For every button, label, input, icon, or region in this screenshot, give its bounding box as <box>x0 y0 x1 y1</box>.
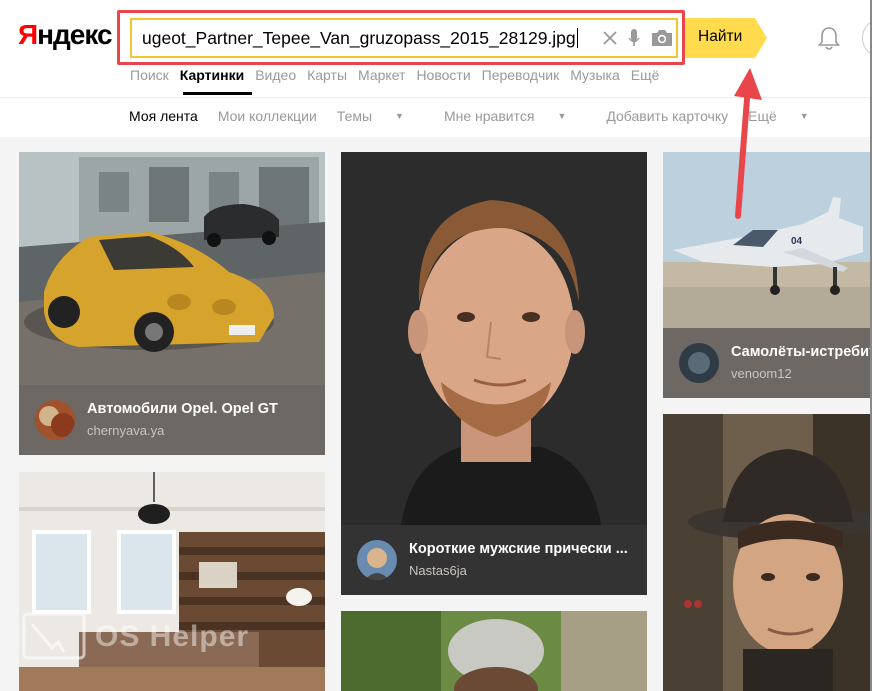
bell-icon[interactable] <box>815 24 843 52</box>
service-news[interactable]: Новости <box>416 67 470 87</box>
card-author-avatar <box>679 343 719 383</box>
card-title: Короткие мужские прически ... <box>409 541 628 557</box>
card-title: Самолёты-истребит <box>731 344 872 360</box>
subnav-topics[interactable]: Темы ▼ <box>337 108 424 124</box>
card-author[interactable]: Nastas6ja <box>409 563 467 578</box>
service-translate[interactable]: Переводчик <box>482 67 560 87</box>
card-title: Автомобили Opel. Opel GT <box>87 401 278 417</box>
subnav-likes[interactable]: Мне нравится ▼ <box>444 108 586 124</box>
chevron-down-icon: ▼ <box>799 111 809 121</box>
service-market[interactable]: Маркет <box>358 67 405 87</box>
services-nav: Поиск Картинки Видео Карты Маркет Новост… <box>130 67 670 87</box>
card-author[interactable]: chernyava.ya <box>87 423 164 438</box>
card-footer: Самолёты-истребит venoom12 <box>663 328 872 398</box>
subnav-topics-label: Темы <box>336 108 373 124</box>
find-button[interactable]: Найти <box>685 18 767 58</box>
card-image-man-in-hat <box>663 414 872 691</box>
service-music[interactable]: Музыка <box>570 67 620 87</box>
collection-card-portrait[interactable] <box>341 611 647 691</box>
service-images[interactable]: Картинки <box>180 67 244 87</box>
chevron-down-icon: ▼ <box>557 111 567 121</box>
service-video[interactable]: Видео <box>255 67 296 87</box>
card-footer: Короткие мужские прически ... Nastas6ja <box>341 525 647 595</box>
active-tab-underline <box>183 92 252 95</box>
card-author-avatar <box>35 400 75 440</box>
card-author[interactable]: venoom12 <box>731 366 792 381</box>
collection-card-hat-man[interactable] <box>663 414 872 691</box>
collection-card-haircuts[interactable]: Короткие мужские прически ... Nastas6ja <box>341 152 647 595</box>
watermark-text: OS Helper <box>95 620 250 653</box>
watermark-logo-icon <box>22 612 86 660</box>
service-search[interactable]: Поиск <box>130 67 169 87</box>
service-maps[interactable]: Карты <box>307 67 347 87</box>
card-author-avatar <box>357 540 397 580</box>
collection-card-opel[interactable]: Автомобили Opel. Opel GT chernyava.ya <box>19 152 325 455</box>
chevron-down-icon: ▼ <box>395 111 404 121</box>
subnav-add-card[interactable]: Добавить карточку <box>606 108 728 124</box>
service-more[interactable]: Ещё <box>631 67 660 87</box>
search-highlight-annotation <box>117 10 685 65</box>
annotation-arrow <box>734 68 762 219</box>
subnav-likes-label: Мне нравится <box>443 108 535 124</box>
card-image-portrait-hat <box>341 611 647 691</box>
yandex-logo[interactable]: Яндекс <box>18 19 113 51</box>
logo-first-letter: Я <box>18 19 38 50</box>
find-button-label: Найти <box>698 28 743 45</box>
card-footer: Автомобили Opel. Opel GT chernyava.ya <box>19 385 325 455</box>
card-image-opel-gt <box>19 152 325 385</box>
logo-rest: ндекс <box>37 19 112 50</box>
subnav-my-feed[interactable]: Моя лента <box>129 108 198 124</box>
card-image-haircut <box>341 152 647 525</box>
subnav-my-collections[interactable]: Мои коллекции <box>218 108 317 124</box>
svg-text:04: 04 <box>791 236 803 247</box>
